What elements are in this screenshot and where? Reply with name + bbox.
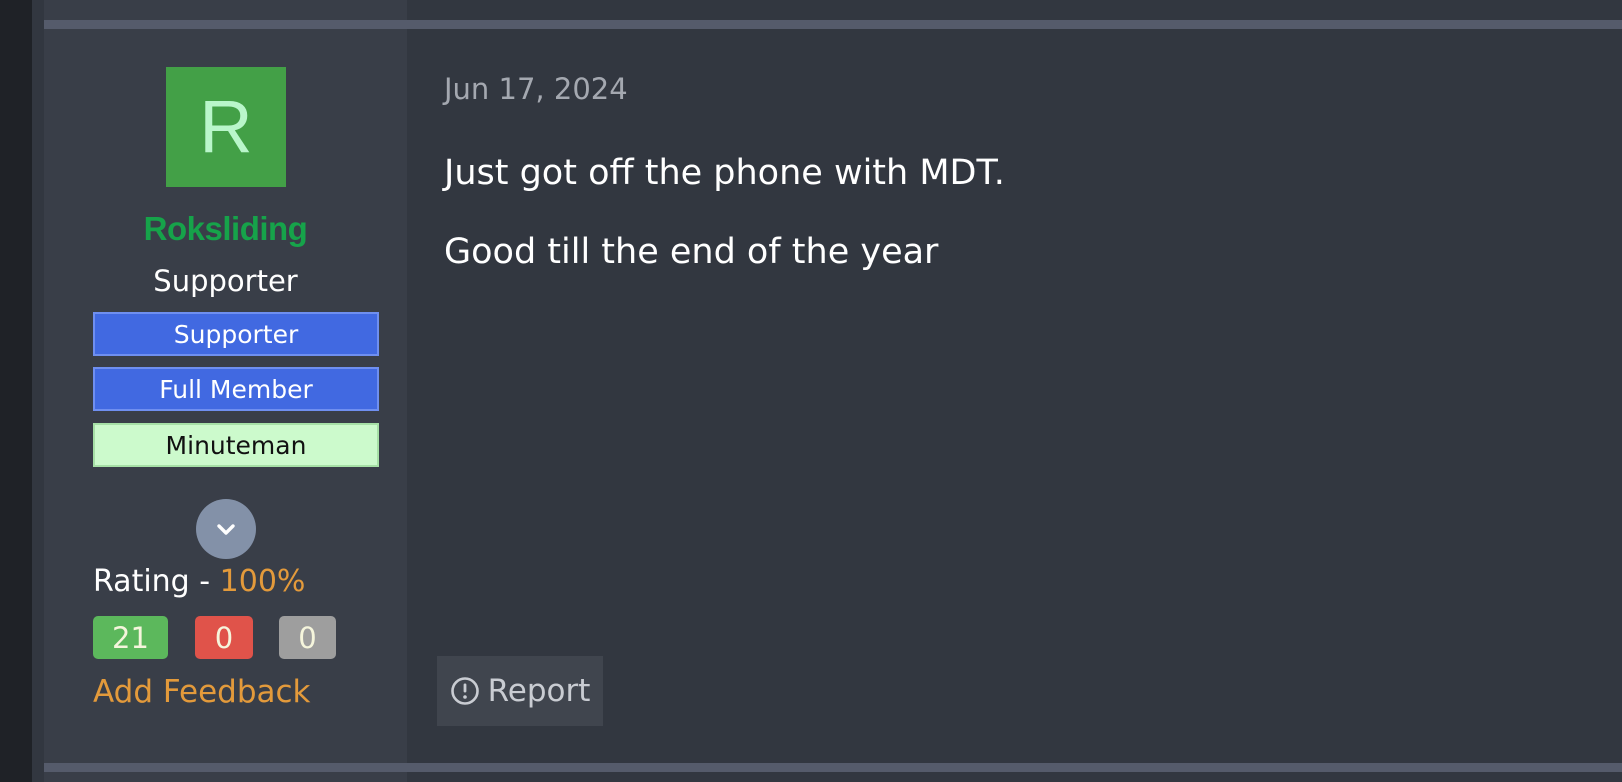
avatar-letter: R (199, 85, 253, 168)
banner-full-member: Full Member (93, 367, 379, 411)
positive-feedback-count[interactable]: 21 (93, 616, 168, 659)
post-paragraph: Just got off the phone with MDT. (444, 153, 1005, 193)
page: R Roksliding Supporter Supporter Full Me… (0, 0, 1622, 782)
chevron-down-icon (217, 524, 235, 535)
rating-label: Rating (93, 564, 190, 599)
report-button[interactable]: Report (437, 656, 603, 726)
neutral-feedback-count[interactable]: 0 (279, 616, 336, 659)
post-paragraph: Good till the end of the year (444, 231, 939, 272)
username-link[interactable]: Roksliding (44, 210, 407, 248)
user-title: Supporter (153, 264, 298, 298)
banner-minuteman: Minuteman (93, 423, 379, 467)
exclamation-circle-icon (450, 677, 479, 705)
add-feedback-link[interactable]: Add Feedback (93, 674, 311, 710)
post-body: Just got off the phone with MDT. Good ti… (444, 152, 1544, 309)
negative-feedback-count[interactable]: 0 (195, 616, 253, 659)
rating-separator: - (189, 564, 220, 599)
sidebar-divider-bottom (44, 763, 407, 772)
user-sidebar: R Roksliding Supporter Supporter Full Me… (44, 0, 407, 782)
rating-line: Rating - 100% (93, 564, 305, 599)
forum-post: R Roksliding Supporter Supporter Full Me… (32, 0, 1622, 782)
banner-supporter: Supporter (93, 312, 379, 356)
avatar[interactable]: R (166, 67, 286, 187)
post-date[interactable]: Jun 17, 2024 (444, 72, 628, 106)
sidebar-divider-top (44, 20, 407, 29)
report-label: Report (487, 673, 591, 709)
rating-value: 100% (219, 564, 306, 599)
expand-user-info-button[interactable] (196, 499, 256, 559)
